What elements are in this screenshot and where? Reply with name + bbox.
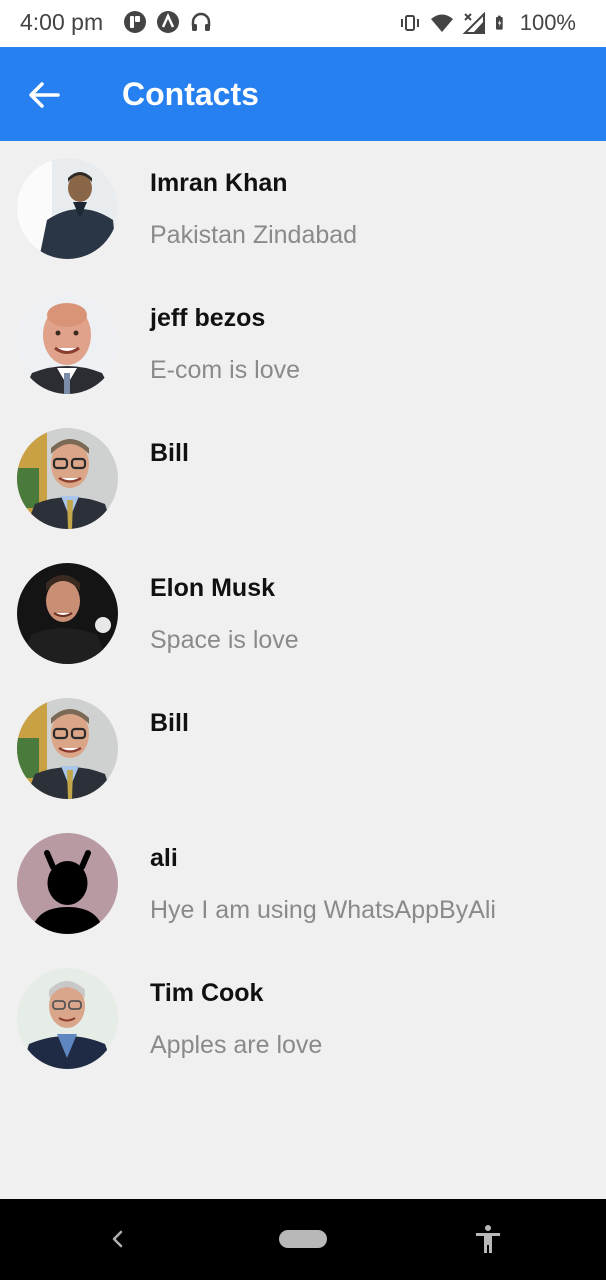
contact-name: ali — [150, 844, 178, 872]
contact-row[interactable]: ali Hye I am using WhatsAppByAli — [0, 816, 606, 951]
contact-status: E-com is love — [150, 356, 301, 384]
contact-status: Pakistan Zindabad — [150, 221, 358, 249]
contact-row[interactable]: Tim Cook Apples are love — [0, 951, 606, 1086]
contact-name: Bill — [150, 709, 189, 737]
wifi-icon — [430, 14, 453, 32]
avatar[interactable] — [17, 428, 118, 529]
app-notification-icon — [124, 11, 146, 33]
avatar[interactable] — [17, 293, 118, 394]
contact-name: Imran Khan — [150, 169, 288, 197]
contact-name: Tim Cook — [150, 979, 264, 1007]
contact-status: Apples are love — [150, 1031, 323, 1059]
accessibility-icon[interactable] — [472, 1223, 504, 1255]
contact-name: Elon Musk — [150, 574, 276, 602]
headphones-icon — [191, 12, 211, 31]
avatar[interactable] — [17, 833, 118, 934]
avatar[interactable] — [17, 968, 118, 1069]
vibrate-icon — [400, 15, 419, 31]
contact-row[interactable]: jeff bezos E-com is love — [0, 276, 606, 411]
battery-icon — [495, 15, 503, 30]
arrow-left-icon — [29, 82, 60, 108]
app-bar: Contacts — [0, 47, 606, 141]
status-bar: 4:00 pm 100% — [0, 0, 606, 47]
contact-row[interactable]: Bill — [0, 681, 606, 816]
page-title: Contacts — [122, 76, 259, 112]
status-left-icons — [123, 10, 213, 34]
contact-name: jeff bezos — [150, 304, 266, 332]
contact-row[interactable]: Imran Khan Pakistan Zindabad — [0, 141, 606, 276]
contact-status: Hye I am using WhatsAppByAli — [150, 896, 496, 924]
system-nav-bar — [0, 1199, 606, 1280]
back-button[interactable] — [20, 71, 68, 119]
contact-name: Bill — [150, 439, 189, 467]
contact-status: Space is love — [150, 626, 299, 654]
avatar[interactable] — [17, 563, 118, 664]
status-right-icons: 100% — [398, 10, 576, 36]
avatar[interactable] — [17, 158, 118, 259]
back-chevron-icon[interactable] — [104, 1225, 132, 1253]
no-signal-icon — [462, 11, 485, 34]
contact-row[interactable]: Bill — [0, 411, 606, 546]
status-time: 4:00 pm — [20, 9, 104, 35]
battery-percentage: 100% — [519, 10, 576, 35]
home-pill-icon[interactable] — [279, 1230, 327, 1248]
app-notification-icon — [157, 11, 179, 33]
contact-row[interactable]: Elon Musk Space is love — [0, 546, 606, 681]
avatar[interactable] — [17, 698, 118, 799]
